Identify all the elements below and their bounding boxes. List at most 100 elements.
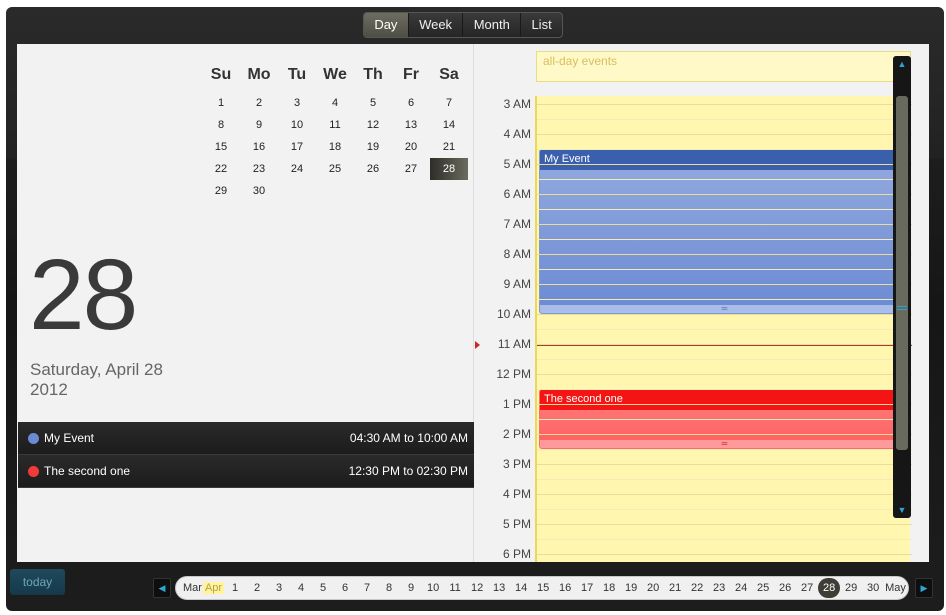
date-strip-day[interactable]: 19: [620, 582, 642, 594]
timeline-scrollbar[interactable]: ▲ ▼: [893, 56, 911, 518]
mini-calendar-day[interactable]: 11: [316, 114, 354, 136]
mini-calendar-day[interactable]: 5: [354, 92, 392, 114]
scrollbar-thumb[interactable]: [896, 96, 908, 450]
date-strip-next-month[interactable]: May: [884, 582, 907, 594]
today-button[interactable]: today: [10, 569, 65, 595]
date-strip-day[interactable]: 8: [378, 582, 400, 594]
mini-calendar-day[interactable]: 2: [240, 92, 278, 114]
mini-calendar-day[interactable]: 3: [278, 92, 316, 114]
weekday-label: Th: [363, 66, 383, 83]
date-strip-day[interactable]: 11: [444, 582, 466, 594]
mini-calendar-day[interactable]: 20: [392, 136, 430, 158]
mini-calendar-day[interactable]: 21: [430, 136, 468, 158]
mini-calendar-day[interactable]: 15: [202, 136, 240, 158]
date-strip-day[interactable]: 21: [664, 582, 686, 594]
selected-day-number: 28: [29, 239, 138, 351]
mini-calendar-day[interactable]: 24: [278, 158, 316, 180]
date-strip-day[interactable]: 7: [356, 582, 378, 594]
view-month-button[interactable]: Month: [463, 13, 522, 37]
view-week-button[interactable]: Week: [409, 13, 464, 37]
hour-label: 6 AM: [503, 187, 531, 201]
selected-year: 2012: [30, 380, 68, 399]
date-strip-day[interactable]: 30: [862, 582, 884, 594]
date-strip-day[interactable]: 15: [532, 582, 554, 594]
view-day-button[interactable]: Day: [364, 13, 409, 37]
mini-calendar-week: 22 23 24 25 26 27 28: [202, 158, 477, 180]
mini-calendar-day[interactable]: 16: [240, 136, 278, 158]
event-list-item[interactable]: My Event 04:30 AM to 10:00 AM: [18, 422, 474, 455]
date-strip-day[interactable]: 6: [334, 582, 356, 594]
mini-calendar-day[interactable]: 6: [392, 92, 430, 114]
mini-calendar-day[interactable]: 1: [202, 92, 240, 114]
date-strip-day[interactable]: 3: [268, 582, 290, 594]
mini-calendar-day[interactable]: 10: [278, 114, 316, 136]
mini-calendar-day[interactable]: 30: [240, 180, 278, 202]
mini-calendar-day[interactable]: 26: [354, 158, 392, 180]
mini-calendar-day[interactable]: 9: [240, 114, 278, 136]
date-strip-day[interactable]: 28: [818, 578, 841, 598]
event-list-item[interactable]: The second one 12:30 PM to 02:30 PM: [18, 455, 474, 488]
date-strip-day[interactable]: 20: [642, 582, 664, 594]
event-block-my-event[interactable]: My Event ═: [539, 149, 910, 314]
date-strip-day[interactable]: 2: [246, 582, 268, 594]
mini-calendar-day[interactable]: 8: [202, 114, 240, 136]
half-hour-gridline: [537, 149, 912, 150]
date-strip-day[interactable]: 26: [774, 582, 796, 594]
mini-calendar-day[interactable]: 4: [316, 92, 354, 114]
date-strip: Mar Apr 1 2 3 4 5 6 7 8 9 10 11 12 13 14 15 16 17 18 19 20 2…: [175, 576, 909, 600]
all-day-events-slot[interactable]: all-day events: [536, 51, 911, 82]
resize-handle-icon[interactable]: ═: [540, 440, 909, 448]
date-strip-current-month[interactable]: Apr: [202, 582, 225, 594]
date-strip-day[interactable]: 25: [752, 582, 774, 594]
scroll-up-arrow-icon[interactable]: ▲: [895, 58, 909, 70]
date-strip-day[interactable]: 14: [510, 582, 532, 594]
event-color-dot: [28, 432, 39, 444]
date-strip-day[interactable]: 27: [796, 582, 818, 594]
mini-calendar-day[interactable]: 19: [354, 136, 392, 158]
date-strip-day[interactable]: 22: [686, 582, 708, 594]
mini-calendar-day[interactable]: 7: [430, 92, 468, 114]
resize-handle-icon[interactable]: ═: [540, 305, 909, 313]
mini-calendar-day[interactable]: 14: [430, 114, 468, 136]
mini-calendar-day[interactable]: 23: [240, 158, 278, 180]
date-strip-day[interactable]: 18: [598, 582, 620, 594]
next-arrow-icon[interactable]: ▶: [915, 578, 933, 598]
date-strip-day[interactable]: 9: [400, 582, 422, 594]
mini-calendar-day[interactable]: 13: [392, 114, 430, 136]
scroll-down-arrow-icon[interactable]: ▼: [895, 504, 909, 516]
mini-calendar-day[interactable]: 22: [202, 158, 240, 180]
mini-calendar-day[interactable]: 28: [430, 158, 468, 180]
mini-calendar-day[interactable]: 29: [202, 180, 240, 202]
mini-calendar-day[interactable]: 27: [392, 158, 430, 180]
date-strip-prev-month[interactable]: Mar: [182, 582, 203, 594]
mini-calendar-week: 8 9 10 11 12 13 14: [202, 114, 477, 136]
hour-label: 12 PM: [496, 367, 531, 381]
date-strip-day[interactable]: 13: [488, 582, 510, 594]
date-strip-day[interactable]: 24: [730, 582, 752, 594]
hour-gridline: [537, 554, 912, 555]
date-strip-day[interactable]: 4: [290, 582, 312, 594]
event-title: The second one: [44, 464, 131, 478]
date-strip-day[interactable]: 16: [554, 582, 576, 594]
hour-grid[interactable]: My Event ═ The second one ═: [535, 96, 912, 562]
hour-gridline: [537, 164, 912, 165]
date-strip-day[interactable]: 10: [422, 582, 444, 594]
date-strip-day[interactable]: 23: [708, 582, 730, 594]
hour-gridline: [537, 224, 912, 225]
hour-label: 1 PM: [502, 397, 531, 411]
mini-calendar-day[interactable]: 17: [278, 136, 316, 158]
mini-calendar-day[interactable]: 25: [316, 158, 354, 180]
hour-gridline: [537, 464, 912, 465]
half-hour-gridline: [537, 119, 912, 120]
date-strip-day[interactable]: 17: [576, 582, 598, 594]
mini-calendar-day[interactable]: 12: [354, 114, 392, 136]
date-strip-day[interactable]: 1: [224, 582, 246, 594]
hour-gridline: [537, 104, 912, 105]
view-list-button[interactable]: List: [521, 13, 562, 37]
prev-arrow-icon[interactable]: ◀: [153, 578, 171, 598]
date-strip-day[interactable]: 29: [840, 582, 862, 594]
half-hour-gridline: [537, 419, 912, 420]
mini-calendar-day[interactable]: 18: [316, 136, 354, 158]
date-strip-day[interactable]: 12: [466, 582, 488, 594]
date-strip-day[interactable]: 5: [312, 582, 334, 594]
